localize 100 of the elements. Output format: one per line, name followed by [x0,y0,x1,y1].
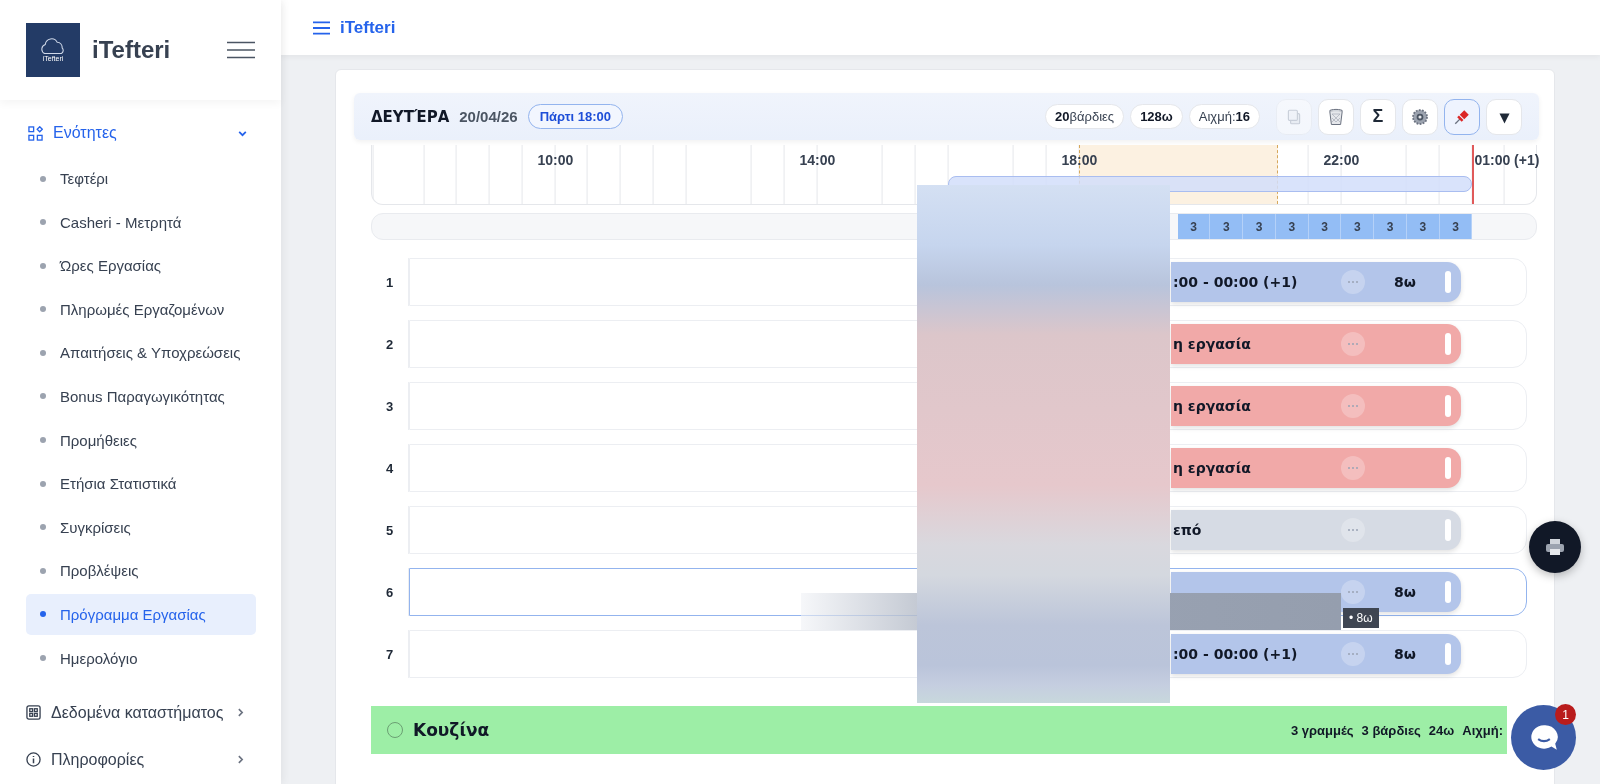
sidebar-item[interactable]: Πληρωμές Εργαζομένων [26,288,256,330]
print-button[interactable] [1529,521,1581,573]
sidebar-item[interactable]: Ώρες Εργασίας [26,245,256,287]
resize-handle[interactable] [1445,581,1451,603]
brand-name: iTefteri [92,36,172,64]
shift-bar[interactable]: επό [1171,510,1461,550]
shift-bar[interactable]: η εργασία [1171,324,1461,364]
sidebar-item[interactable]: Bonus Παραγωγικότητας [26,375,256,417]
section-name: Κουζίνα [413,720,490,740]
hour-label: 18:00 [1061,152,1098,168]
more-button[interactable] [1341,332,1365,356]
copy-icon [1285,107,1303,126]
event-badge: Πάρτι 18:00 [527,104,623,129]
ellipsis-icon [1347,528,1359,532]
shift-label: η εργασία [1173,398,1252,414]
shift-label: η εργασία [1173,336,1252,352]
shift-label: :00 - 00:00 (+1) [1173,646,1299,662]
hour-label: 14:00 [799,152,836,168]
section-header[interactable]: Κουζίνα 3 γραμμές 3 βάρδιες 24ω Αιχμή: [371,706,1507,754]
row-number: 6 [371,568,409,616]
sidebar-item[interactable]: Προμήθειες [26,419,256,461]
menu-icon[interactable] [227,41,255,59]
pin-button[interactable] [1444,98,1480,135]
sidebar-group[interactable]: Δεδομένα καταστήματος [26,703,246,722]
sidebar-item[interactable]: Απαιτήσεις & Υποχρεώσεις [26,332,256,374]
resize-handle[interactable] [1445,519,1451,541]
sidebar-item[interactable]: Συγκρίσεις [26,506,256,548]
resize-handle[interactable] [1445,643,1451,665]
row-number: 7 [371,630,409,678]
stat-pill: 20βάρδιες [1045,104,1125,129]
shift-bar[interactable]: η εργασία [1171,386,1461,426]
stat-pill: 128ω [1130,104,1183,129]
resize-handle[interactable] [1445,457,1451,479]
sidebar-item[interactable]: Ετήσια Στατιστικά [26,463,256,505]
hours-tooltip: • 8ω [1343,608,1379,628]
more-button[interactable] [1341,518,1365,542]
hour-label: 22:00 [1323,152,1360,168]
row-number: 3 [371,382,409,430]
staff-count: 3 [1177,214,1211,239]
info-icon [26,752,41,768]
sidebar-group[interactable]: Πληροφορίες [26,750,246,769]
day-date: 20/04/26 [459,108,518,125]
shift-bar[interactable]: :00 - 00:00 (+1) 8ω [1171,634,1461,674]
app-title-link[interactable]: iTefteri [313,17,396,38]
sidebar-item[interactable]: Casheri - Μετρητά [26,201,256,243]
stat-pill: Αιχμή:16 [1188,104,1260,129]
ellipsis-icon [1347,590,1359,594]
shift-hours: 8ω [1393,584,1417,600]
shift-hours: 8ω [1393,274,1417,290]
row-number: 2 [371,320,409,368]
shift-bar[interactable]: :00 - 00:00 (+1) 8ω [1171,262,1461,302]
menu-icon [313,20,330,35]
section-stat: 3 βάρδιες [1361,722,1421,738]
trash-button[interactable] [1318,98,1354,135]
more-button[interactable] [1341,580,1365,604]
hour-label: 01:00 (+1) [1474,152,1540,168]
section-stat: 3 γραμμές [1290,722,1354,738]
ellipsis-icon [1347,280,1359,284]
more-button[interactable] [1341,270,1365,294]
section-toggle[interactable]: Ενότητες [26,120,248,146]
section-stat: Αιχμή: [1462,722,1503,738]
shift-bar[interactable]: η εργασία [1171,448,1461,488]
row-number: 1 [371,258,409,306]
day-name: ΔΕΥΤΈΡΑ [371,107,450,126]
row-number: 5 [371,506,409,554]
more-button[interactable] [1341,456,1365,480]
ellipsis-icon [1347,466,1359,470]
shift-label: :00 - 00:00 (+1) [1173,274,1299,290]
section-stat: 24ω [1428,722,1455,738]
staff-count: 3 [1406,214,1440,239]
gear-button[interactable] [1402,98,1438,135]
more-button[interactable] [1341,642,1365,666]
sidebar-item[interactable]: Τεφτέρι [26,158,256,199]
hour-label: 10:00 [537,152,574,168]
staff-count: 3 [1374,214,1407,239]
staff-count: 3 [1439,214,1473,239]
trash-icon [1327,107,1345,126]
staff-count: 3 [1243,214,1276,239]
shift-label: η εργασία [1173,460,1252,476]
sidebar-item[interactable]: Ημερολόγιο [26,637,256,679]
tool-button[interactable]: ▾ [1486,98,1522,135]
resize-handle[interactable] [1445,395,1451,417]
sidebar-item[interactable]: Πρόγραμμα Εργασίας [26,593,256,635]
staff-count: 3 [1210,214,1244,239]
pin-icon [1453,107,1471,126]
row-number: 4 [371,444,409,492]
tool-button[interactable]: Σ [1360,98,1396,135]
grid-icon [26,705,41,721]
notification-badge: 1 [1555,704,1576,725]
resize-handle[interactable] [1445,271,1451,293]
cloud-icon [39,38,67,55]
gear-icon [1411,107,1429,126]
grid-icon [28,125,43,141]
resize-handle[interactable] [1445,333,1451,355]
staff-count: 3 [1308,214,1342,239]
printer-icon [1545,538,1565,556]
more-button[interactable] [1341,394,1365,418]
ellipsis-icon [1347,652,1359,656]
sidebar-item[interactable]: Προβλέψεις [26,550,256,592]
shift-label: επό [1173,522,1203,538]
